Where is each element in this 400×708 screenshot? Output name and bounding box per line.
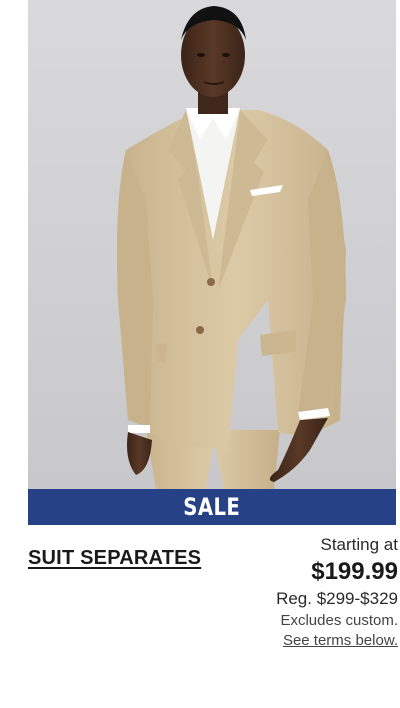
excludes-note: Excludes custom.: [280, 612, 398, 629]
regular-price: Reg. $299-$329: [276, 589, 398, 608]
model-in-tan-suit-illustration: [117, 6, 346, 489]
sale-price: $199.99: [311, 558, 398, 585]
sale-badge-label: SALE: [183, 493, 241, 521]
price-block: Starting at $199.99 Reg. $299-$329 Exclu…: [198, 533, 398, 651]
product-title-link[interactable]: SUIT SEPARATES: [28, 547, 201, 570]
see-terms-link[interactable]: See terms below.: [283, 632, 398, 649]
product-image[interactable]: [28, 0, 396, 489]
sale-banner: SALE: [28, 489, 396, 525]
starting-at-label: Starting at: [320, 535, 399, 554]
